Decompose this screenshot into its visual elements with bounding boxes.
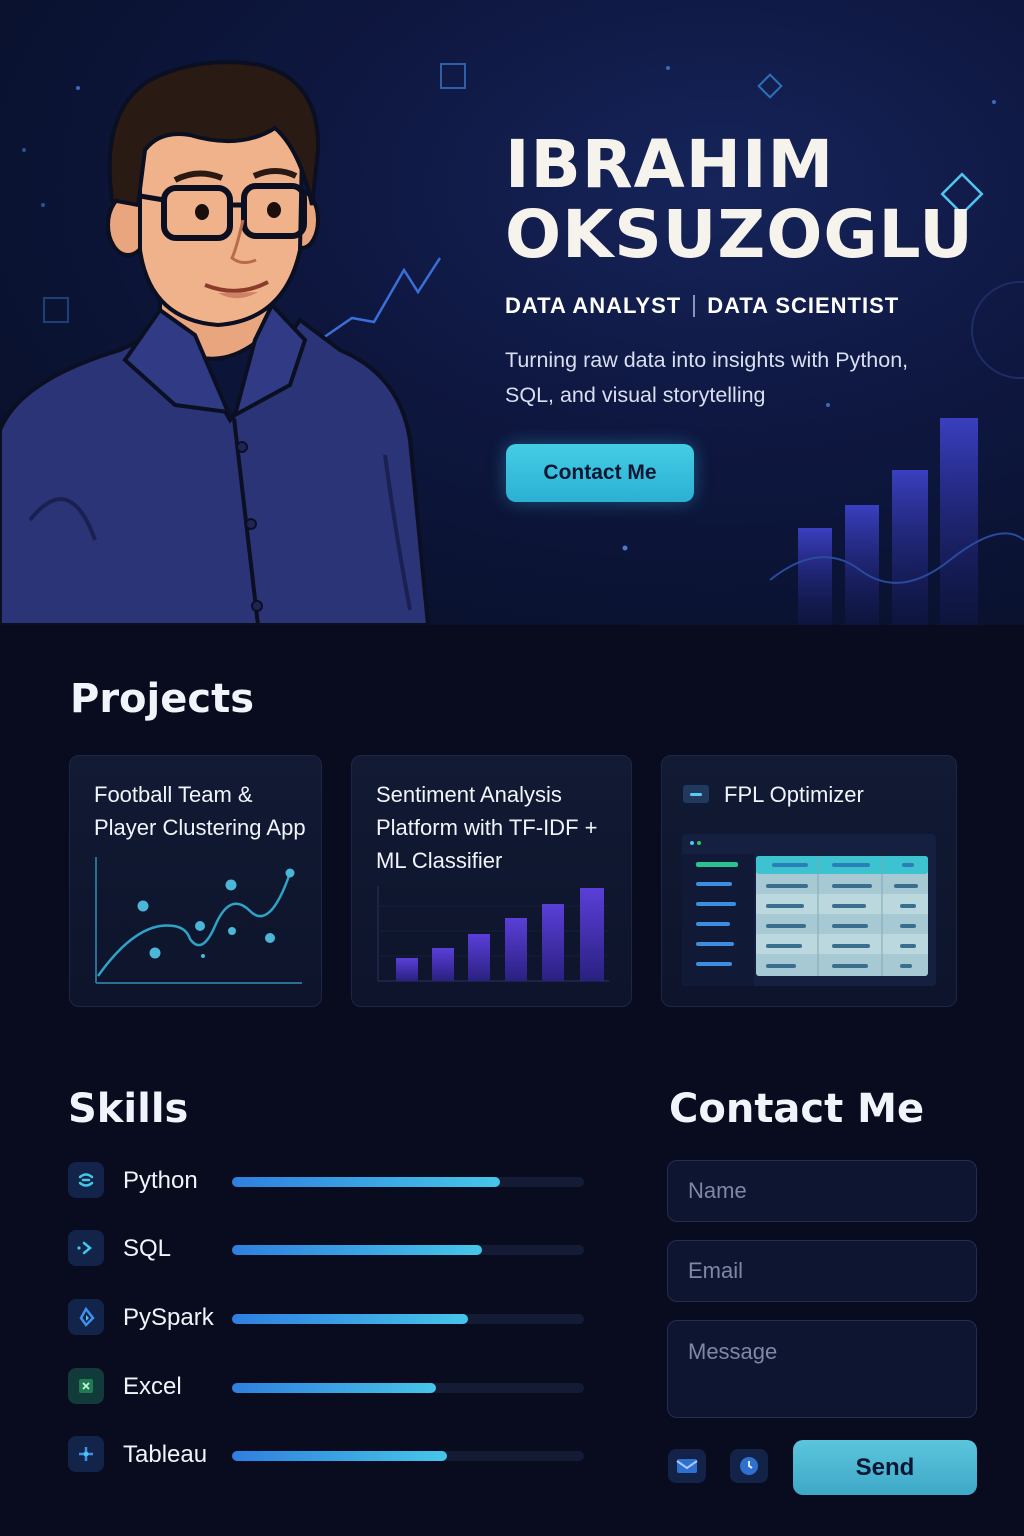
email-field[interactable] bbox=[667, 1240, 977, 1302]
skill-bar-track bbox=[232, 1177, 584, 1187]
project-title: Football Team & Player Clustering App bbox=[94, 782, 306, 840]
message-field[interactable] bbox=[667, 1320, 977, 1418]
skill-pyspark: PySpark bbox=[68, 1299, 588, 1337]
skill-label: PySpark bbox=[123, 1304, 214, 1331]
skill-label: Tableau bbox=[123, 1441, 208, 1468]
hero-name-first: IBRAHIM bbox=[505, 126, 835, 203]
skill-bar-track bbox=[232, 1314, 584, 1324]
avatar-illustration bbox=[0, 60, 431, 625]
role-data-scientist: DATA SCIENTIST bbox=[707, 293, 900, 318]
table-dashboard-icon bbox=[682, 834, 936, 986]
skill-label: Excel bbox=[123, 1373, 182, 1400]
square-decoration-icon bbox=[440, 63, 466, 89]
skill-bar-track bbox=[232, 1245, 584, 1255]
skill-label: Python bbox=[123, 1167, 198, 1194]
scatter-line-chart-icon bbox=[95, 857, 302, 984]
skills-heading: Skills bbox=[68, 1086, 189, 1132]
project-card-fpl-optimizer[interactable]: FPL Optimizer bbox=[661, 755, 957, 1007]
clock-icon[interactable] bbox=[730, 1449, 768, 1483]
project-card-football-clustering[interactable]: Football Team & Player Clustering App bbox=[69, 755, 322, 1007]
hero-name-last: OKSUZOGLU bbox=[505, 196, 974, 273]
mail-icon[interactable] bbox=[668, 1449, 706, 1483]
hero-contact-button[interactable]: Contact Me bbox=[506, 444, 694, 502]
skill-bar-fill bbox=[232, 1314, 468, 1324]
python-icon bbox=[68, 1162, 104, 1198]
skill-bar-fill bbox=[232, 1177, 500, 1187]
skill-tableau: Tableau bbox=[68, 1436, 588, 1474]
hero-tagline: Turning raw data into insights with Pyth… bbox=[505, 348, 909, 407]
send-button[interactable]: Send bbox=[793, 1440, 977, 1495]
skill-bar-fill bbox=[232, 1451, 447, 1461]
tableau-icon bbox=[68, 1436, 104, 1472]
excel-icon bbox=[68, 1368, 104, 1404]
role-separator bbox=[693, 295, 696, 317]
skill-sql: SQL bbox=[68, 1230, 588, 1268]
diamond-decoration-icon bbox=[757, 73, 783, 99]
fpl-badge-icon bbox=[683, 785, 709, 803]
skill-label: SQL bbox=[123, 1235, 172, 1262]
hero-section: IBRAHIM OKSUZOGLU DATA ANALYST DATA SCIE… bbox=[0, 0, 1024, 625]
bar-chart-icon bbox=[377, 886, 609, 982]
pyspark-icon bbox=[68, 1299, 104, 1335]
sql-icon bbox=[68, 1230, 104, 1266]
role-data-analyst: DATA ANALYST bbox=[505, 293, 682, 318]
skill-bar-fill bbox=[232, 1383, 437, 1393]
project-title: Sentiment Analysis Platform with TF-IDF … bbox=[376, 782, 598, 873]
skill-excel: Excel bbox=[68, 1368, 588, 1406]
projects-heading: Projects bbox=[70, 676, 255, 722]
project-title: FPL Optimizer bbox=[724, 782, 864, 807]
project-card-sentiment-analysis[interactable]: Sentiment Analysis Platform with TF-IDF … bbox=[351, 755, 632, 1007]
name-field[interactable] bbox=[667, 1160, 977, 1222]
skill-python: Python bbox=[68, 1162, 588, 1200]
contact-heading: Contact Me bbox=[669, 1086, 925, 1132]
skill-bar-track bbox=[232, 1451, 584, 1461]
skill-bar-track bbox=[232, 1383, 584, 1393]
skill-bar-fill bbox=[232, 1245, 482, 1255]
hero-roles: DATA ANALYST DATA SCIENTIST bbox=[505, 293, 899, 319]
